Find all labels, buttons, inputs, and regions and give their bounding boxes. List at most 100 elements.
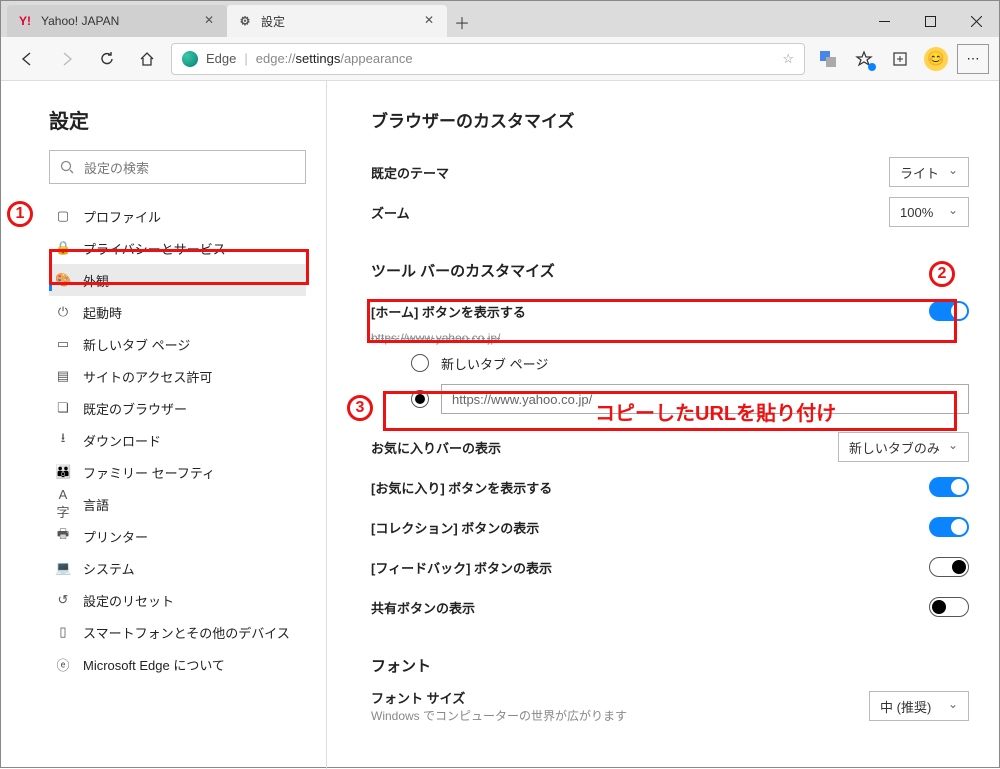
settings-search[interactable]: 設定の検索 (49, 150, 306, 184)
sidebar-item-appearance[interactable]: 🎨外観 (49, 264, 306, 296)
tab-close-icon[interactable]: ✕ (201, 13, 217, 29)
maximize-button[interactable] (907, 5, 953, 37)
home-button[interactable] (131, 43, 163, 75)
tab-close-icon[interactable]: ✕ (421, 13, 437, 29)
radio-newtab[interactable] (411, 354, 429, 372)
row-share-button: 共有ボタンの表示 (371, 587, 969, 627)
sidebar-item-sitepermissions[interactable]: ▤サイトのアクセス許可 (49, 360, 306, 392)
collections-toggle[interactable] (929, 517, 969, 537)
back-button[interactable] (11, 43, 43, 75)
row-zoom: ズーム 100% (371, 192, 969, 232)
more-button[interactable]: ⋯ (957, 44, 989, 74)
annotation-badge-3: 3 (347, 395, 373, 421)
sidebar-label: プロファイル (83, 207, 161, 226)
row-theme: 既定のテーマ ライト (371, 152, 969, 192)
power-icon: ⏻ (55, 304, 71, 320)
sidebar-item-phone[interactable]: ▯スマートフォンとその他のデバイス (49, 616, 306, 648)
home-url-input[interactable]: https://www.yahoo.co.jp/ (441, 384, 969, 414)
window-buttons (861, 5, 999, 37)
palette-icon: 🎨 (55, 272, 71, 288)
settings-sidebar: 設定 設定の検索 ▢ プロファイル 🔒 プライバシーとサービス 🎨外観 ⏻起動時 ▭… (1, 81, 327, 769)
radio-url[interactable] (411, 390, 429, 408)
fontsize-hint: Windows でコンピューターの世界が広がります (371, 707, 627, 724)
share-label: 共有ボタンの表示 (371, 598, 475, 617)
radio-newtab-label: 新しいタブ ページ (441, 354, 548, 373)
toolbar: Edge | edge://settings/appearance ☆ 😊 ⋯ (1, 37, 999, 81)
minimize-button[interactable] (861, 5, 907, 37)
sidebar-item-family[interactable]: 👪ファミリー セーフティ (49, 456, 306, 488)
sidebar-label: ダウンロード (83, 431, 161, 450)
fav-button-label: [お気に入り] ボタンを表示する (371, 478, 552, 497)
sidebar-item-profile[interactable]: ▢ プロファイル (49, 200, 306, 232)
tab-title: 設定 (261, 13, 413, 30)
printer-icon: 🖶 (55, 525, 71, 547)
sidebar-item-language[interactable]: A字言語 (49, 488, 306, 520)
sidebar-item-printer[interactable]: 🖶 プリンター (49, 520, 306, 552)
new-tab-button[interactable]: ＋ (447, 7, 477, 37)
profile-avatar[interactable]: 😊 (921, 44, 951, 74)
radio-row-url[interactable]: https://www.yahoo.co.jp/ (371, 381, 969, 417)
close-button[interactable] (953, 5, 999, 37)
row-fontsize: フォント サイズ Windows でコンピューターの世界が広がります 中 (推奨… (371, 686, 969, 726)
row-favbar: お気に入りバーの表示 新しいタブのみ (371, 427, 969, 467)
favorite-star-icon[interactable]: ☆ (782, 51, 794, 67)
toolbar-right: 😊 ⋯ (813, 44, 989, 74)
sidebar-item-system[interactable]: 💻システム (49, 552, 306, 584)
zoom-label: ズーム (371, 203, 410, 222)
share-toggle[interactable] (929, 597, 969, 617)
fontsize-dropdown[interactable]: 中 (推奨) (869, 691, 969, 721)
address-url: edge://settings/appearance (256, 51, 413, 66)
edge-icon: ⓔ (55, 655, 71, 674)
sidebar-label: 設定のリセット (83, 591, 174, 610)
favorites-icon[interactable] (849, 44, 879, 74)
forward-button[interactable] (51, 43, 83, 75)
tab-settings[interactable]: ⚙ 設定 ✕ (227, 5, 447, 37)
address-id-label: Edge (206, 51, 236, 66)
sidebar-item-reset[interactable]: ↺設定のリセット (49, 584, 306, 616)
home-button-label: [ホーム] ボタンを表示する (371, 302, 526, 321)
sidebar-item-downloads[interactable]: ⭳ダウンロード (49, 424, 306, 456)
settings-main: ブラウザーのカスタマイズ 既定のテーマ ライト ズーム 100% ツール バーの… (327, 81, 999, 769)
feedback-toggle[interactable] (929, 557, 969, 577)
fontsize-label: フォント サイズ (371, 688, 627, 707)
sidebar-item-defaultbrowser[interactable]: ❏既定のブラウザー (49, 392, 306, 424)
address-bar[interactable]: Edge | edge://settings/appearance ☆ (171, 43, 805, 75)
favbar-label: お気に入りバーの表示 (371, 438, 501, 457)
family-icon: 👪 (55, 464, 71, 480)
sidebar-label: プリンター (83, 527, 148, 546)
radio-row-newtab[interactable]: 新しいタブ ページ (371, 345, 969, 381)
sidebar-item-privacy[interactable]: 🔒 プライバシーとサービス (49, 232, 306, 264)
permissions-icon: ▤ (55, 368, 71, 384)
favbar-dropdown[interactable]: 新しいタブのみ (838, 432, 969, 462)
sidebar-label: 新しいタブ ページ (83, 335, 190, 354)
row-collections-button: [コレクション] ボタンの表示 (371, 507, 969, 547)
profile-icon: ▢ (55, 208, 71, 224)
sidebar-item-startup[interactable]: ⏻起動時 (49, 296, 306, 328)
lock-icon: 🔒 (55, 240, 71, 256)
theme-dropdown[interactable]: ライト (889, 157, 969, 187)
row-feedback-button: [フィードバック] ボタンの表示 (371, 547, 969, 587)
translate-icon[interactable] (813, 44, 843, 74)
theme-label: 既定のテーマ (371, 163, 449, 182)
sidebar-label: Microsoft Edge について (83, 655, 225, 674)
tab-title: Yahoo! JAPAN (41, 14, 193, 28)
annotation-badge-1: 1 (7, 201, 33, 227)
fav-button-toggle[interactable] (929, 477, 969, 497)
sidebar-item-about[interactable]: ⓔ Microsoft Edge について (49, 648, 306, 680)
section-browser-customize: ブラウザーのカスタマイズ (371, 107, 969, 132)
titlebar: Y! Yahoo! JAPAN ✕ ⚙ 設定 ✕ ＋ (1, 1, 999, 37)
edge-icon (182, 51, 198, 67)
browser-icon: ❏ (55, 400, 71, 416)
sidebar-label: スマートフォンとその他のデバイス (83, 623, 290, 642)
sidebar-item-newtab[interactable]: ▭新しいタブ ページ (49, 328, 306, 360)
home-button-toggle[interactable] (929, 301, 969, 321)
annotation-badge-2: 2 (929, 261, 955, 287)
tab-yahoo[interactable]: Y! Yahoo! JAPAN ✕ (7, 5, 227, 37)
sidebar-label: プライバシーとサービス (83, 239, 226, 258)
search-icon (60, 160, 74, 174)
collections-icon[interactable] (885, 44, 915, 74)
refresh-button[interactable] (91, 43, 123, 75)
sidebar-title: 設定 (49, 105, 306, 134)
zoom-dropdown[interactable]: 100% (889, 197, 969, 227)
favicon-yahoo: Y! (17, 13, 33, 29)
